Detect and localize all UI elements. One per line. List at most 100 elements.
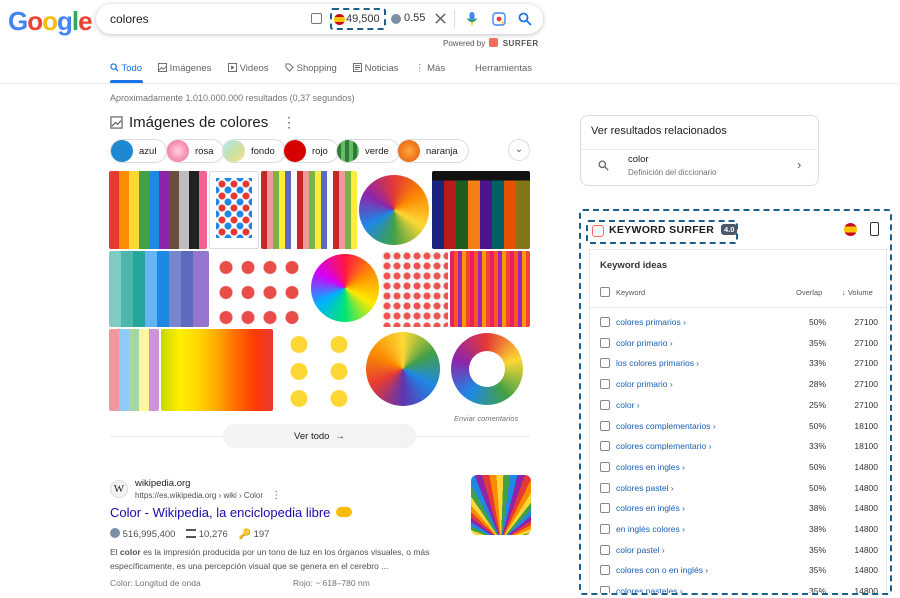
image-result-4[interactable] (359, 171, 430, 249)
keyword-overlap: 50% (808, 482, 826, 493)
chip-swatch (337, 140, 359, 162)
keyword-checkbox[interactable] (600, 586, 610, 593)
keyword-link[interactable]: colores pastel › (616, 483, 674, 493)
spain-flag-icon[interactable] (844, 223, 857, 236)
chip-rosa[interactable]: rosa (166, 139, 225, 163)
keyword-checkbox[interactable] (600, 317, 610, 327)
chevron-right-icon[interactable]: › (797, 157, 801, 172)
keyword-volume: 14800 (854, 544, 878, 555)
result-thumbnail[interactable] (471, 475, 531, 535)
search-icon[interactable] (518, 12, 532, 26)
image-result-3[interactable] (261, 171, 357, 249)
result-site-name[interactable]: wikipedia.org (135, 478, 190, 489)
arrow-right-icon: → (335, 430, 345, 442)
ver-todo-button[interactable]: Ver todo → (223, 424, 416, 448)
keyword-overlap: 38% (808, 524, 826, 534)
chip-verde[interactable]: verde (336, 139, 400, 163)
tab-todo[interactable]: Todo (110, 63, 142, 74)
keyword-checkbox[interactable] (600, 379, 610, 390)
chip-fondo[interactable]: fondo (222, 139, 286, 163)
tab-mas[interactable]: ⋮ Más (415, 63, 445, 74)
keyword-volume: 27100 (854, 317, 878, 327)
tab-herramientas[interactable]: Herramientas (475, 63, 532, 74)
keyword-link[interactable]: en inglés colores › (616, 524, 685, 534)
keyword-checkbox[interactable] (600, 524, 610, 534)
select-all-checkbox[interactable] (600, 287, 610, 297)
keyword-link[interactable]: colores en ingles › (616, 462, 685, 472)
keyword-link[interactable]: los colores primarios › (616, 358, 699, 368)
chip-rojo[interactable]: rojo (283, 139, 339, 163)
keyword-volume: 27100 (854, 358, 878, 369)
search-checkbox[interactable] (311, 13, 322, 24)
powered-by: Powered by SURFER (443, 38, 539, 48)
image-result-1[interactable] (109, 171, 207, 249)
keyword-link[interactable]: color primario › (616, 379, 673, 389)
tab-noticias[interactable]: Noticias (353, 63, 398, 74)
chip-label: azul (139, 145, 157, 157)
keyword-link[interactable]: colores complementario › (616, 441, 711, 451)
result-url[interactable]: https://es.wikipedia.org › wiki › Color … (135, 490, 281, 501)
lens-icon[interactable] (492, 12, 506, 26)
column-overlap[interactable]: Overlap (796, 288, 822, 297)
keyword-checkbox[interactable] (600, 337, 610, 348)
keyword-link[interactable]: colores primarios › (616, 317, 686, 327)
column-keyword[interactable]: Keyword (616, 288, 645, 297)
more-vert-icon[interactable]: ⋮ (282, 114, 296, 131)
image-result-15[interactable] (445, 329, 530, 411)
clear-icon[interactable] (434, 12, 447, 25)
image-result-11[interactable] (109, 329, 159, 411)
image-result-12[interactable] (161, 329, 273, 411)
google-logo[interactable]: Google (8, 6, 93, 37)
keyword-checkbox[interactable] (600, 399, 610, 410)
keyword-link[interactable]: color primario › (616, 338, 673, 348)
keyword-link[interactable]: colores complementarios › (616, 421, 716, 431)
keyword-surfer-panel: KEYWORD SURFER 4.0 Keyword ideas Keyword… (579, 209, 892, 595)
tab-label: Más (427, 63, 446, 74)
image-result-2[interactable] (209, 171, 259, 249)
column-volume[interactable]: ↓ Volume (842, 288, 873, 297)
keyword-checkbox[interactable] (600, 358, 610, 369)
related-item-color[interactable]: color (628, 154, 649, 165)
search-input[interactable]: colores (110, 12, 149, 26)
more-vert-icon[interactable]: ⋮ (271, 490, 281, 501)
keyword-checkbox[interactable] (600, 503, 610, 514)
keyword-volume: 14800 (854, 461, 878, 472)
result-stat-backlinks: 197 (253, 529, 270, 540)
image-result-7[interactable] (211, 251, 307, 327)
keyword-overlap: 38% (808, 503, 826, 514)
image-result-14[interactable] (363, 329, 443, 411)
tab-shopping[interactable]: Shopping (285, 63, 337, 74)
send-feedback-link[interactable]: Enviar comentarios (454, 414, 518, 423)
chip-naranja[interactable]: naranja (397, 139, 469, 163)
keyword-checkbox[interactable] (600, 420, 610, 431)
image-result-6[interactable] (109, 251, 209, 327)
tab-imagenes[interactable]: Imágenes (158, 63, 211, 74)
settings-icon[interactable] (870, 222, 879, 236)
chip-swatch (167, 140, 189, 162)
image-result-8[interactable] (309, 251, 380, 327)
cpc-icon (391, 14, 401, 24)
microphone-icon[interactable] (466, 11, 478, 27)
keyword-checkbox[interactable] (600, 565, 610, 576)
image-result-5[interactable] (432, 171, 530, 249)
image-result-9[interactable] (382, 251, 448, 327)
image-result-13[interactable] (275, 329, 361, 411)
keyword-checkbox[interactable] (600, 461, 610, 472)
chip-azul[interactable]: azul (110, 139, 168, 163)
keyword-checkbox[interactable] (600, 482, 610, 493)
image-result-10[interactable] (450, 251, 530, 327)
keyword-row: colores complementario › 33% 18100 (590, 436, 886, 457)
search-volume: 49,500 (346, 13, 380, 25)
keyword-link[interactable]: color › (616, 400, 640, 410)
keyword-row: color › 25% 27100 (590, 395, 886, 416)
keyword-link[interactable]: colores pasteles › (616, 586, 683, 593)
tab-videos[interactable]: Videos (228, 63, 269, 74)
keyword-link[interactable]: color pastel › (616, 545, 665, 555)
keyword-link[interactable]: colores en inglés › (616, 503, 685, 513)
result-title[interactable]: Color - Wikipedia, la enciclopedia libre (110, 505, 353, 520)
search-bar[interactable]: colores 49,500 0.55 (96, 4, 543, 34)
keyword-checkbox[interactable] (600, 544, 610, 555)
chevron-down-icon[interactable]: ⌄ (508, 139, 530, 161)
keyword-link[interactable]: colores con o en inglés › (616, 565, 708, 575)
keyword-checkbox[interactable] (600, 441, 610, 452)
